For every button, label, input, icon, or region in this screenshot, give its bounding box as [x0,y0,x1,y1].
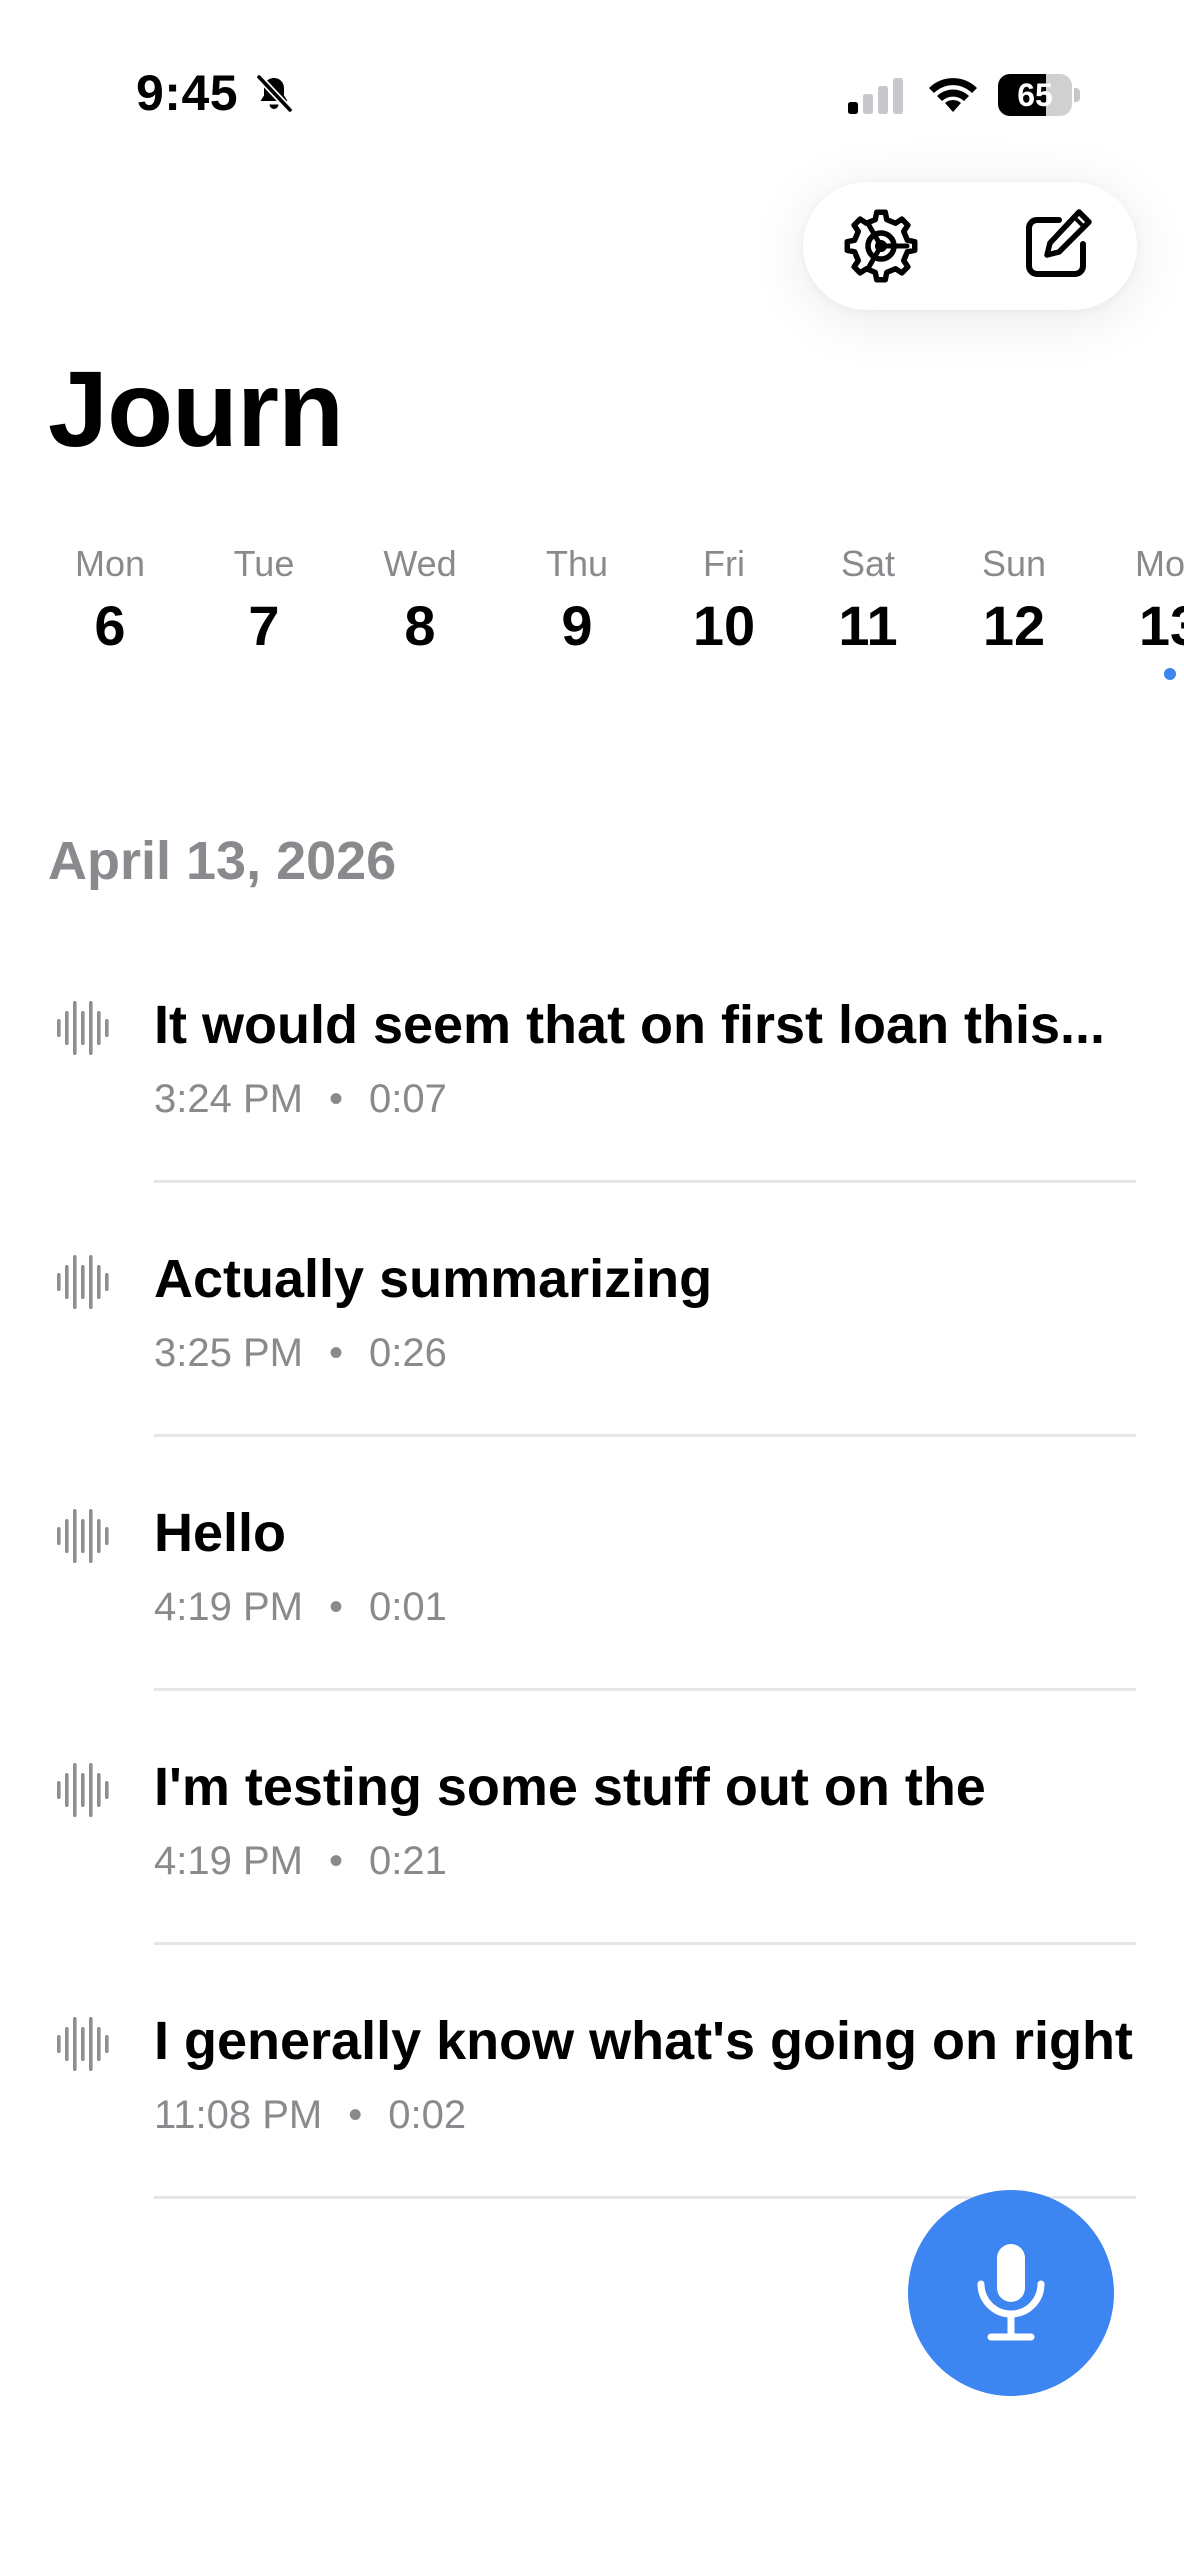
list-item[interactable]: I'm testing some stuff out on the 4:19 P… [0,1736,1184,1990]
day-number: 13 [1138,594,1184,657]
day-number: 11 [838,594,898,657]
day-name: Tue [233,543,295,584]
divider [154,1688,1136,1691]
status-time: 9:45 [136,65,239,121]
battery-icon: 65 [998,74,1072,116]
entry-time: 4:19 PM [154,1839,303,1883]
bell-slash-icon [255,73,294,114]
battery-percent: 65 [1017,77,1053,113]
waveform-icon [57,1509,109,1563]
day-name: Sun [981,543,1047,584]
divider [154,1434,1136,1437]
entry-title: I generally know what's going on right [154,2011,1133,2071]
list-item[interactable]: It would seem that on first loan this...… [0,974,1184,1228]
entry-duration: 0:07 [368,1077,447,1121]
entry-title: I'm testing some stuff out on the [154,1757,986,1817]
microphone-icon [977,2244,1045,2341]
entry-meta: 3:25 PM • 0:26 [154,1326,447,1380]
list-item[interactable]: Actually summarizing 3:25 PM • 0:26 [0,1228,1184,1482]
entry-time: 3:24 PM [154,1077,303,1121]
divider [154,1942,1136,1945]
entry-meta: 4:19 PM • 0:01 [154,1580,447,1634]
day-name: Fri [703,543,745,584]
day-sun-12[interactable]: Sun 12 [954,540,1074,662]
gear-icon [844,209,918,283]
entry-meta: 4:19 PM • 0:21 [154,1834,447,1888]
battery-indicator: 65 [998,74,1080,116]
day-name: Sat [840,543,896,584]
entry-title: Hello [154,1503,287,1563]
day-number: 10 [692,594,756,657]
waveform-icon [57,1001,109,1055]
entry-duration: 0:26 [368,1331,447,1375]
day-name: Wed [383,543,457,584]
week-strip: Mon 6 Tue 7 Wed 8 Thu 9 Fri 10 Sat 11 Su… [0,540,1184,700]
day-mon-6[interactable]: Mon 6 [50,540,170,662]
day-number: 7 [248,594,280,657]
meta-separator: • [328,1331,343,1375]
entry-time: 4:19 PM [154,1585,303,1629]
meta-separator: • [328,1585,343,1629]
entry-time: 3:25 PM [154,1331,303,1375]
day-name: Thu [545,543,609,584]
day-wed-8[interactable]: Wed 8 [360,540,480,662]
entry-time: 11:08 PM [154,2093,323,2137]
day-number: 6 [94,594,126,657]
list-item[interactable]: Hello 4:19 PM • 0:01 [0,1482,1184,1736]
settings-button[interactable] [839,204,923,288]
toolbar-pill [803,182,1137,310]
day-number: 9 [561,594,593,657]
day-sat-11[interactable]: Sat 11 [808,540,928,662]
meta-separator: • [348,2093,363,2137]
entry-meta: 11:08 PM • 0:02 [154,2088,466,2142]
day-fri-10[interactable]: Fri 10 [664,540,784,662]
waveform-icon [57,1763,109,1817]
section-date-header: April 13, 2026 [48,831,397,891]
record-button[interactable] [908,2190,1114,2396]
day-name: Mon [1134,543,1184,584]
day-number: 12 [982,594,1046,657]
entry-meta: 3:24 PM • 0:07 [154,1072,447,1126]
entry-duration: 0:01 [368,1585,447,1629]
selected-day-indicator [1164,668,1176,680]
day-number: 8 [404,594,436,657]
entry-title: Actually summarizing [154,1249,713,1309]
meta-separator: • [328,1077,343,1121]
entry-duration: 0:21 [368,1839,447,1883]
wifi-icon [929,78,977,112]
meta-separator: • [328,1839,343,1883]
waveform-icon [57,2017,109,2071]
cellular-signal-icon [848,78,903,114]
day-tue-7[interactable]: Tue 7 [204,540,324,662]
page-title: Journ [48,348,344,469]
day-mon-13[interactable]: Mon 13 [1110,540,1184,680]
waveform-icon [57,1255,109,1309]
entry-duration: 0:02 [388,2093,467,2137]
divider [154,1180,1136,1183]
day-name: Mon [74,543,146,584]
day-thu-9[interactable]: Thu 9 [517,540,637,662]
compose-icon [1026,209,1092,277]
status-bar: 9:45 65 [0,0,1184,190]
compose-button[interactable] [1015,204,1099,288]
battery-cap [1074,88,1080,102]
entries-list: It would seem that on first loan this...… [0,974,1184,2244]
entry-title: It would seem that on first loan this... [154,995,1106,1055]
